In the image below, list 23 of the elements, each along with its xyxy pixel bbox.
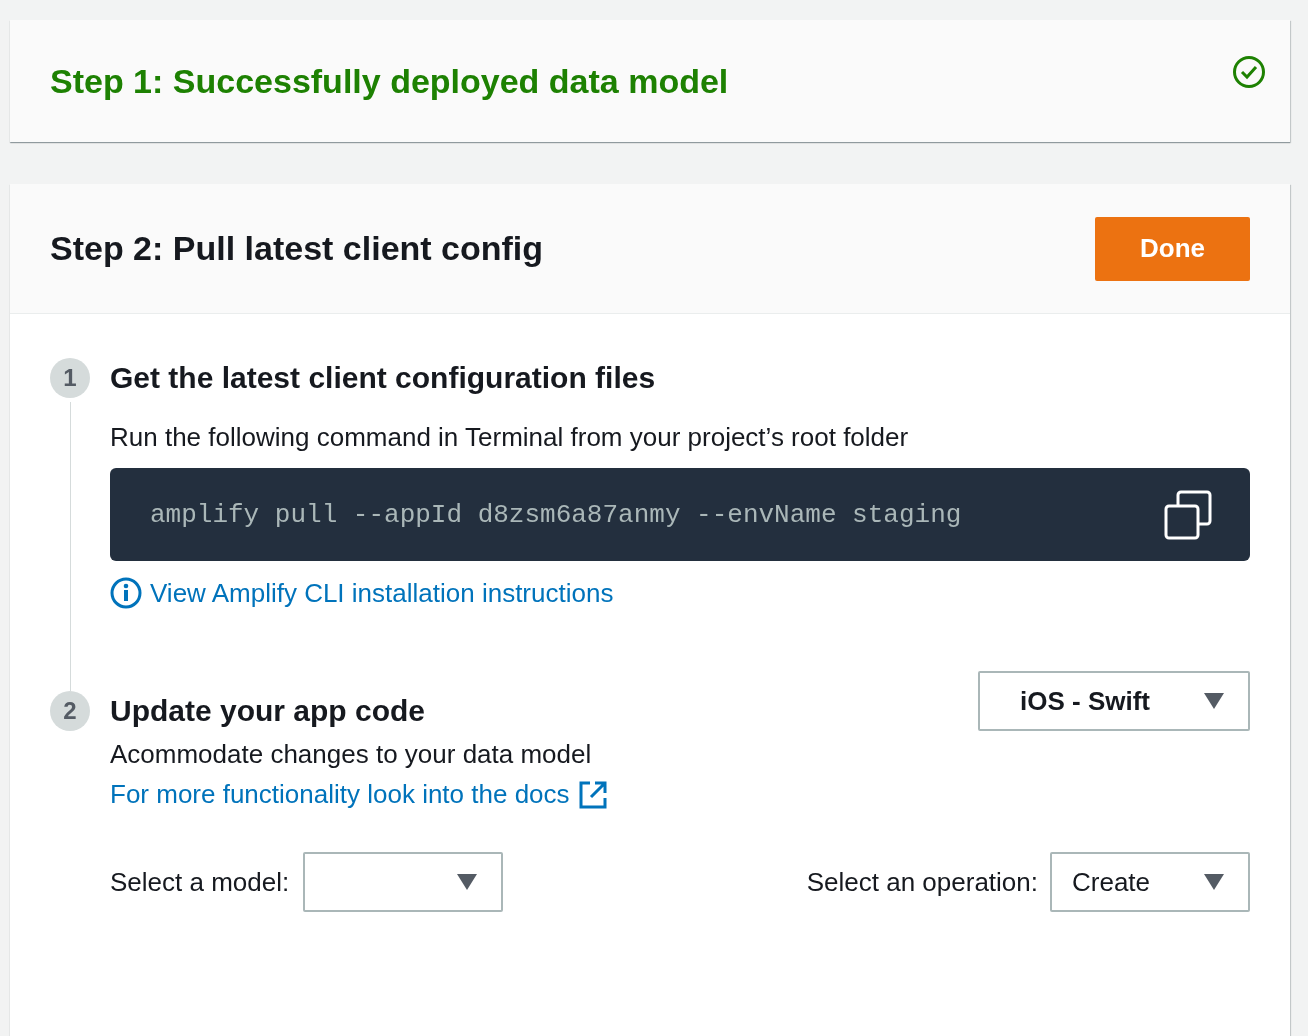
docs-link[interactable]: For more functionality look into the docs (110, 779, 570, 810)
platform-select[interactable]: iOS - Swift (978, 671, 1250, 731)
step-heading: Update your app code (110, 693, 426, 729)
installation-link[interactable]: View Amplify CLI installation instructions (150, 577, 614, 609)
done-button[interactable]: Done (1095, 216, 1250, 281)
operation-label: Select an operation: (806, 866, 1038, 899)
step-number: 2 (50, 691, 90, 731)
check-circle-icon (1232, 55, 1266, 89)
step-heading: Get the latest client configuration files (110, 360, 657, 396)
model-label: Select a model: (110, 866, 290, 899)
command-text: amplify pull --appId d8zsm6a87anmy --envName staging (150, 499, 962, 530)
external-link-icon (577, 779, 608, 810)
operation-select[interactable]: Create (1050, 852, 1250, 912)
info-icon (110, 577, 142, 609)
step-title: Step 1: Successfully deployed data model (50, 61, 729, 101)
caret-icon (1204, 874, 1224, 890)
step-description: Run the following command in Terminal from your project’s root folder (110, 421, 910, 454)
step-description: Acommodate changes to your data model (110, 738, 593, 771)
caret-icon (457, 874, 478, 890)
copy-icon[interactable] (1164, 489, 1212, 540)
step-title: Step 2: Pull latest client config (50, 229, 544, 268)
caret-icon (1204, 693, 1224, 709)
step-number: 1 (50, 358, 90, 398)
